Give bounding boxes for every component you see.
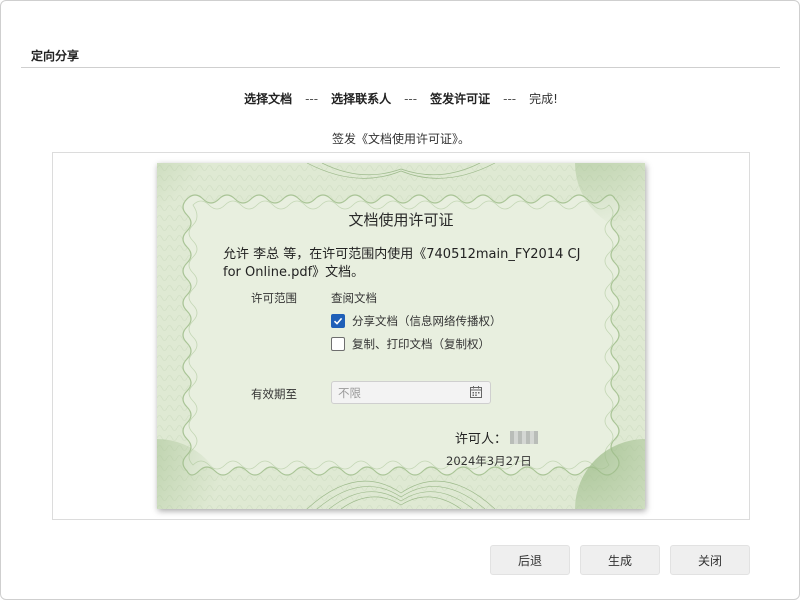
step-separator: --- (404, 92, 418, 106)
copy-print-option[interactable]: 复制、打印文档（复制权） (331, 336, 490, 352)
certificate-title: 文档使用许可证 (348, 211, 454, 229)
step-select-contact: 选择联系人 (331, 92, 392, 106)
validity-date-input[interactable]: 不限 (331, 381, 491, 404)
step-complete: 完成! (529, 92, 558, 106)
calendar-icon[interactable] (470, 386, 482, 401)
step-separator: --- (305, 92, 319, 106)
licensor-label: 许可人： (455, 432, 508, 447)
step-separator: --- (503, 92, 517, 106)
certificate-statement: 允许 李总 等，在许可范围内使用《740512main_FY2014 CJ fo… (223, 247, 581, 280)
dialog-window: 定向分享 选择文档 --- 选择联系人 --- 签发许可证 --- 完成! 签发《文档使用许… (0, 0, 800, 600)
close-button[interactable]: 关闭 (670, 545, 750, 575)
back-button[interactable]: 后退 (490, 545, 570, 575)
checkbox-checked-icon[interactable] (331, 314, 345, 328)
scope-label: 许可范围 (251, 291, 297, 305)
dialog-title: 定向分享 (31, 49, 80, 63)
step-indicator: 选择文档 --- 选择联系人 --- 签发许可证 --- 完成! (1, 90, 800, 107)
validity-label: 有效期至 (251, 387, 297, 401)
checkbox-unchecked-icon[interactable] (331, 337, 345, 351)
licensor: 许可人： (455, 428, 539, 447)
license-certificate: 文档使用许可证 允许 李总 等，在许可范围内使用《740512main_FY20… (157, 163, 645, 509)
copy-print-label: 复制、打印文档（复制权） (352, 337, 490, 351)
scope-view-document: 查阅文档 (331, 291, 377, 305)
issue-date: 2024年3月27日 (446, 454, 532, 468)
step-select-document: 选择文档 (244, 92, 293, 106)
step-issue-license: 签发许可证 (430, 92, 491, 106)
licensor-name-redacted (510, 431, 539, 444)
validity-placeholder: 不限 (338, 385, 361, 400)
generate-button[interactable]: 生成 (580, 545, 660, 575)
instruction-text: 签发《文档使用许可证》。 (331, 132, 470, 146)
share-document-option[interactable]: 分享文档（信息网络传播权） (331, 313, 502, 329)
title-divider (21, 67, 780, 68)
share-document-label: 分享文档（信息网络传播权） (352, 314, 502, 328)
